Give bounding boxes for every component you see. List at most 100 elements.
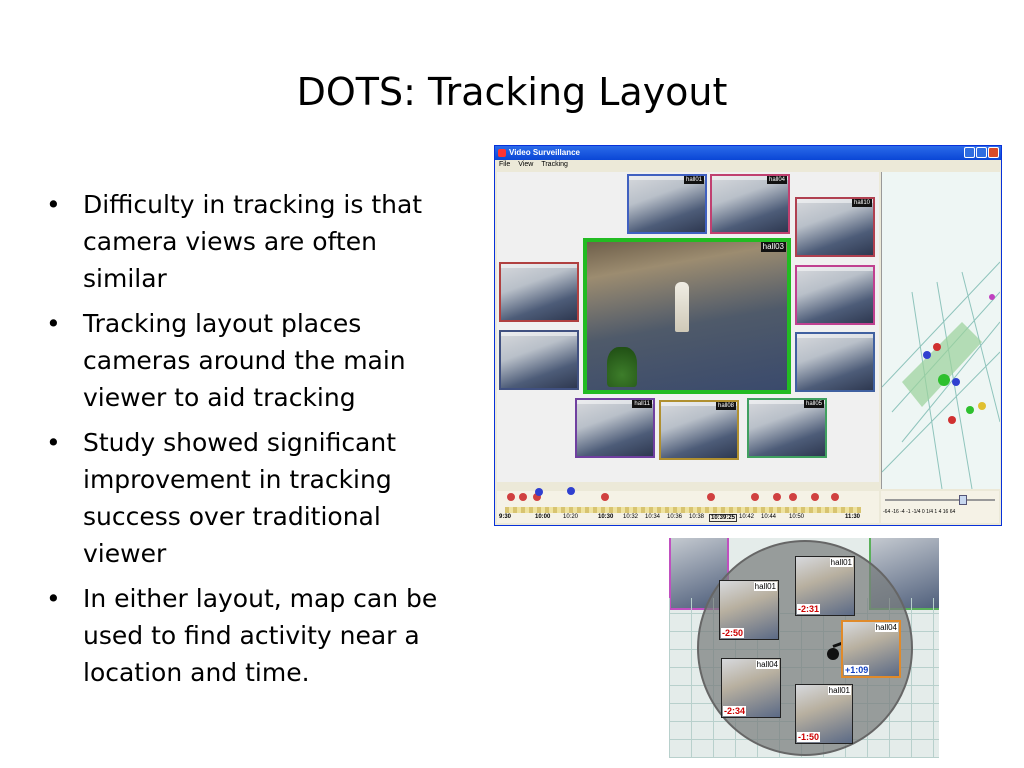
map-marker-blue: [923, 351, 931, 359]
thumbnail-highlighted: hall04 +1:09: [841, 620, 901, 678]
map-marker-yellow: [978, 402, 986, 410]
timeline-current-time: 10:39:25: [709, 514, 738, 522]
timeline-label: 10:42: [739, 514, 755, 520]
bullet-dot: •: [46, 309, 61, 338]
timeline-label: 10:34: [645, 514, 661, 520]
bullet-text: Study showed significant improvement in …: [83, 428, 397, 568]
maximize-icon: [976, 147, 987, 158]
camera-label: hall05: [803, 400, 824, 408]
map-marker-red: [948, 416, 956, 424]
timeline: 9:30 10:00 10:20 10:30 10:32 10:34 10:36…: [497, 487, 879, 523]
thumbnail-time: -2:50: [721, 628, 745, 638]
camera-view: hall04: [710, 174, 790, 234]
bullet-text: Difficulty in tracking is that camera vi…: [83, 190, 423, 293]
timeline-marker: [811, 493, 819, 501]
thumbnail-time: -1:50: [797, 732, 821, 742]
window-title: Video Surveillance: [509, 148, 580, 157]
main-camera-viewer: hall03: [583, 238, 791, 394]
timeline-marker: [831, 493, 839, 501]
timeline-label: 10:20: [563, 514, 579, 520]
video-surveillance-screenshot: Video Surveillance File View Tracking ha…: [494, 145, 1002, 526]
camera-view: hall11: [575, 398, 655, 458]
timeline-marker-blue: [535, 488, 543, 496]
menu-view: View: [518, 161, 534, 168]
bullet-text: In either layout, map can be used to fin…: [83, 584, 438, 687]
window-controls: [964, 147, 999, 158]
thumbnail-time: +1:09: [844, 665, 870, 675]
camera-layout: hall01 hall04 hall10 hall03 hall11 hall0…: [497, 172, 879, 482]
camera-label: hall10: [851, 199, 872, 207]
floor-map-graphic: [882, 261, 1000, 489]
plant: [607, 347, 637, 387]
camera-view: hall10: [795, 197, 875, 257]
timeline-label: 10:00: [535, 514, 551, 520]
camera-view: [795, 265, 875, 325]
thumbnail-label: hall01: [827, 686, 851, 695]
camera-view: [795, 332, 875, 392]
timeline-marker-blue: [567, 487, 575, 495]
thumbnail-label: hall01: [753, 582, 777, 591]
bullet-text: Tracking layout places cameras around th…: [83, 309, 406, 412]
minimize-icon: [964, 147, 975, 158]
zoom-labels: -64 -16 -4 -1 -1/4 0 1/4 1 4 16 64: [883, 509, 956, 515]
thumbnail-label: hall04: [874, 623, 898, 632]
camera-view: [499, 262, 579, 322]
close-icon: [988, 147, 999, 158]
floor-map: [881, 172, 1000, 489]
menu-file: File: [499, 161, 511, 168]
camera-view: hall01: [627, 174, 707, 234]
timeline-marker: [707, 493, 715, 501]
map-marker-pink: [989, 294, 995, 300]
timeline-label: 10:50: [789, 514, 805, 520]
window-titlebar: Video Surveillance: [495, 146, 1001, 160]
bullet-item: • Tracking layout places cameras around t…: [44, 305, 444, 416]
timeline-marker: [773, 493, 781, 501]
bullet-list: • Difficulty in tracking is that camera v…: [44, 186, 444, 699]
thumbnail: hall01 -2:50: [719, 580, 779, 640]
bullet-dot: •: [46, 428, 61, 457]
bullet-dot: •: [46, 584, 61, 613]
map-marker-blue: [952, 378, 960, 386]
bullet-item: • Difficulty in tracking is that camera v…: [44, 186, 444, 297]
timeline-label: 10:30: [598, 514, 614, 520]
zoom-track: [885, 499, 995, 501]
camera-label: hall11: [632, 400, 652, 408]
camera-label: hall01: [683, 176, 704, 184]
timeline-marker: [601, 493, 609, 501]
timeline-marker: [519, 493, 527, 501]
thumbnail-time: -2:31: [797, 604, 821, 614]
app-icon: [498, 149, 506, 157]
thumbnail: hall01 -2:31: [795, 556, 855, 616]
camera-label: hall04: [766, 176, 787, 184]
slide-title: DOTS: Tracking Layout: [296, 70, 728, 114]
menubar: File View Tracking: [495, 160, 1001, 170]
timeline-marker: [751, 493, 759, 501]
timeline-marker: [789, 493, 797, 501]
thumbnail-label: hall01: [829, 558, 853, 567]
thumbnail: hall01 -1:50: [795, 684, 853, 744]
timeline-label: 10:38: [689, 514, 705, 520]
map-marker-green: [938, 374, 950, 386]
camera-view: hall05: [747, 398, 827, 458]
timeline-label: 11:30: [845, 514, 861, 520]
camera-view: [499, 330, 579, 390]
bullet-dot: •: [46, 190, 61, 219]
location-dot: [827, 648, 839, 660]
thumbnail-time: -2:34: [723, 706, 747, 716]
timeline-label: 10:44: [761, 514, 777, 520]
thumbnail-label: hall04: [755, 660, 779, 669]
menu-tracking: Tracking: [541, 161, 568, 168]
bullet-item: • Study showed significant improvement in…: [44, 424, 444, 572]
map-overlay-image: hall01 -2:50 hall01 -2:31 hall04 +1:09 h…: [669, 538, 939, 758]
person-figure: [675, 282, 689, 332]
thumbnail: hall04 -2:34: [721, 658, 781, 718]
bullet-item: • In either layout, map can be used to fi…: [44, 580, 444, 691]
map-marker-red: [933, 343, 941, 351]
main-camera-label: hall03: [760, 242, 786, 252]
map-marker-green: [966, 406, 974, 414]
zoom-thumb: [959, 495, 967, 505]
timeline-marker: [507, 493, 515, 501]
timeline-label: 10:32: [623, 514, 639, 520]
zoom-slider: -64 -16 -4 -1 -1/4 0 1/4 1 4 16 64: [881, 491, 999, 523]
timeline-bar: [505, 507, 861, 513]
